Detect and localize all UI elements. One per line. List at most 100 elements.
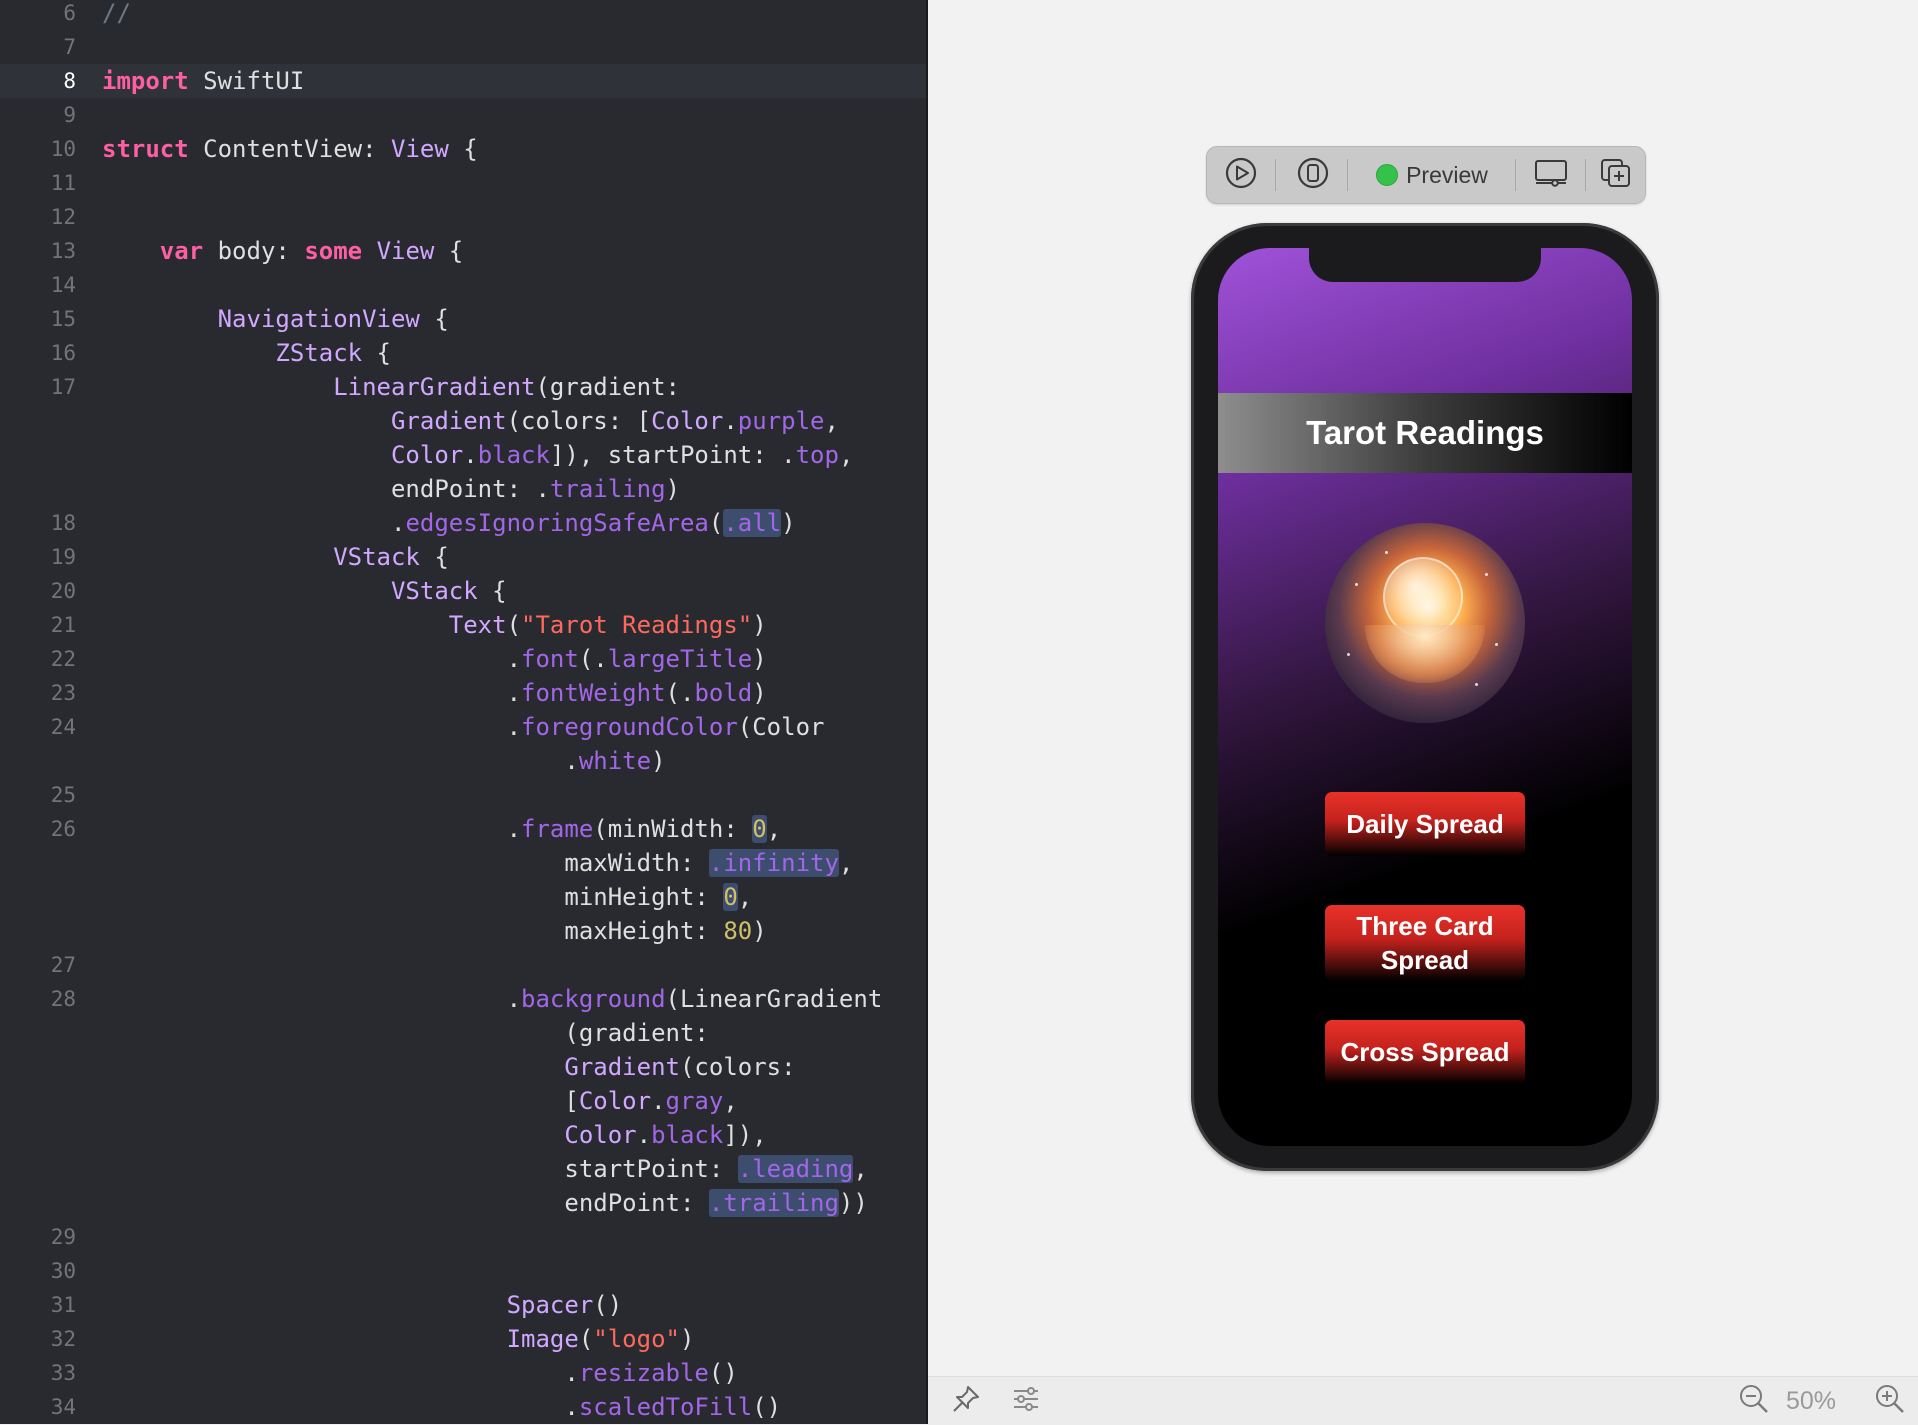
code-text: ZStack { — [102, 336, 391, 370]
code-line[interactable]: 11 — [0, 166, 926, 200]
zoom-out-button[interactable] — [1732, 1377, 1776, 1425]
code-line[interactable]: .white) — [0, 744, 926, 778]
code-text: endPoint: .trailing) — [102, 472, 680, 506]
code-line[interactable]: minHeight: 0, — [0, 880, 926, 914]
code-token: ]), startPoint: . — [549, 441, 796, 469]
code-line[interactable]: 18 .edgesIgnoringSafeArea(.all) — [0, 506, 926, 540]
code-token: "Tarot Readings" — [521, 611, 753, 639]
code-token: body: — [203, 237, 305, 265]
code-line[interactable]: 19 VStack { — [0, 540, 926, 574]
code-line[interactable]: Color.black]), — [0, 1118, 926, 1152]
status-dot — [1376, 164, 1399, 186]
code-token: .trailing — [708, 1189, 839, 1217]
code-line[interactable]: 6 // — [0, 0, 926, 30]
line-number: 18 — [50, 511, 76, 535]
code-line[interactable]: 17 LinearGradient(gradient: — [0, 370, 926, 404]
code-token: ( — [578, 1325, 594, 1353]
preview-status[interactable]: Preview — [1357, 147, 1507, 203]
daily-spread-button[interactable]: Daily Spread — [1325, 792, 1525, 856]
cross-spread-button[interactable]: Cross Spread — [1325, 1020, 1525, 1084]
code-token: View — [391, 135, 449, 163]
code-line[interactable]: 7 — [0, 30, 926, 64]
duplicate-icon — [1598, 156, 1634, 195]
code-line[interactable]: 14 — [0, 268, 926, 302]
code-editor[interactable]: 6 // 7 8 import SwiftUI 9 10 struct ContentView… — [0, 0, 926, 1424]
line-number: 27 — [50, 953, 76, 977]
code-line[interactable]: endPoint: .trailing) — [0, 472, 926, 506]
code-token: View — [376, 237, 435, 265]
pin-icon — [951, 1384, 981, 1419]
three-card-spread-button[interactable]: Three Card Spread — [1325, 905, 1525, 981]
code-line[interactable]: 15 NavigationView { — [0, 302, 926, 336]
code-line[interactable]: Color.black]), startPoint: .top, — [0, 438, 926, 472]
code-token: Gradient — [564, 1053, 680, 1081]
code-line[interactable]: 20 VStack { — [0, 574, 926, 608]
code-line[interactable]: 25 — [0, 778, 926, 812]
code-token: frame — [521, 815, 594, 843]
code-line[interactable]: endPoint: .trailing)) — [0, 1186, 926, 1220]
code-line[interactable]: 31 Spacer() — [0, 1288, 926, 1322]
code-line[interactable]: 24 .foregroundColor(Color — [0, 710, 926, 744]
code-line[interactable]: 28 .background(LinearGradient — [0, 982, 926, 1016]
code-line[interactable]: 8 import SwiftUI — [0, 64, 926, 98]
code-token: gray — [665, 1087, 724, 1115]
duplicate-preview-button[interactable] — [1591, 147, 1641, 203]
code-token: (minWidth: — [593, 815, 753, 843]
code-line[interactable]: 32 Image("logo") — [0, 1322, 926, 1356]
code-token: var — [159, 237, 204, 265]
preview-on-device-button[interactable] — [1287, 147, 1339, 203]
code-line[interactable]: 16 ZStack { — [0, 336, 926, 370]
code-line[interactable]: 34 .scaledToFill() — [0, 1390, 926, 1424]
code-text: endPoint: .trailing)) — [102, 1186, 868, 1220]
code-line[interactable]: 30 — [0, 1254, 926, 1288]
line-number: 33 — [50, 1361, 76, 1385]
code-line[interactable]: startPoint: .leading, — [0, 1152, 926, 1186]
code-line[interactable]: 29 — [0, 1220, 926, 1254]
code-line[interactable]: [Color.gray, — [0, 1084, 926, 1118]
code-token: , — [737, 883, 753, 911]
adjust-button[interactable] — [1004, 1377, 1048, 1425]
code-line[interactable]: 33 .resizable() — [0, 1356, 926, 1390]
zoom-level-text: 50% — [1785, 1386, 1837, 1415]
code-token: . — [102, 1359, 579, 1387]
code-token: "logo" — [593, 1325, 680, 1353]
code-line[interactable]: 9 — [0, 98, 926, 132]
device-settings-button[interactable] — [1525, 147, 1577, 203]
code-token: Gradient — [390, 407, 507, 435]
code-line[interactable]: (gradient: — [0, 1016, 926, 1050]
code-token: bold — [694, 679, 753, 707]
code-line[interactable]: 22 .font(.largeTitle) — [0, 642, 926, 676]
pin-button[interactable] — [944, 1377, 988, 1425]
code-text: [Color.gray, — [102, 1084, 737, 1118]
code-token: ) — [781, 509, 796, 537]
code-line[interactable]: Gradient(colors: [Color.purple, — [0, 404, 926, 438]
code-line[interactable]: 26 .frame(minWidth: 0, — [0, 812, 926, 846]
code-line[interactable]: 23 .fontWeight(.bold) — [0, 676, 926, 710]
code-token: (LinearGradient — [665, 985, 883, 1013]
live-preview-button[interactable] — [1215, 147, 1267, 203]
code-line[interactable]: 12 — [0, 200, 926, 234]
code-line[interactable]: Gradient(colors: — [0, 1050, 926, 1084]
code-line[interactable]: maxHeight: 80) — [0, 914, 926, 948]
code-line[interactable]: 27 — [0, 948, 926, 982]
zoom-in-button[interactable] — [1868, 1377, 1912, 1425]
zoom-level[interactable]: 50% — [1776, 1377, 1846, 1425]
code-text: (gradient: — [102, 1016, 709, 1050]
phone-screen: Tarot Readings Daily Spread Three Card S… — [1218, 248, 1632, 1146]
code-line[interactable]: 13 var body: some View { — [0, 234, 926, 268]
code-line[interactable]: 10 struct ContentView: View { — [0, 132, 926, 166]
code-line[interactable]: maxWidth: .infinity, — [0, 846, 926, 880]
code-token: startPoint: — [102, 1155, 738, 1183]
code-token: (colors: — [679, 1053, 796, 1081]
code-text: .scaledToFill() — [102, 1390, 781, 1424]
code-token: , — [838, 441, 854, 469]
zoom-out-icon — [1738, 1383, 1770, 1420]
adjust-icon — [1011, 1384, 1041, 1419]
code-line[interactable]: 21 Text("Tarot Readings") — [0, 608, 926, 642]
code-text: .resizable() — [102, 1356, 737, 1390]
code-token: largeTitle — [607, 645, 753, 673]
code-text: maxHeight: 80) — [102, 914, 766, 948]
code-token: black — [477, 441, 550, 469]
code-token: 80 — [723, 917, 753, 945]
